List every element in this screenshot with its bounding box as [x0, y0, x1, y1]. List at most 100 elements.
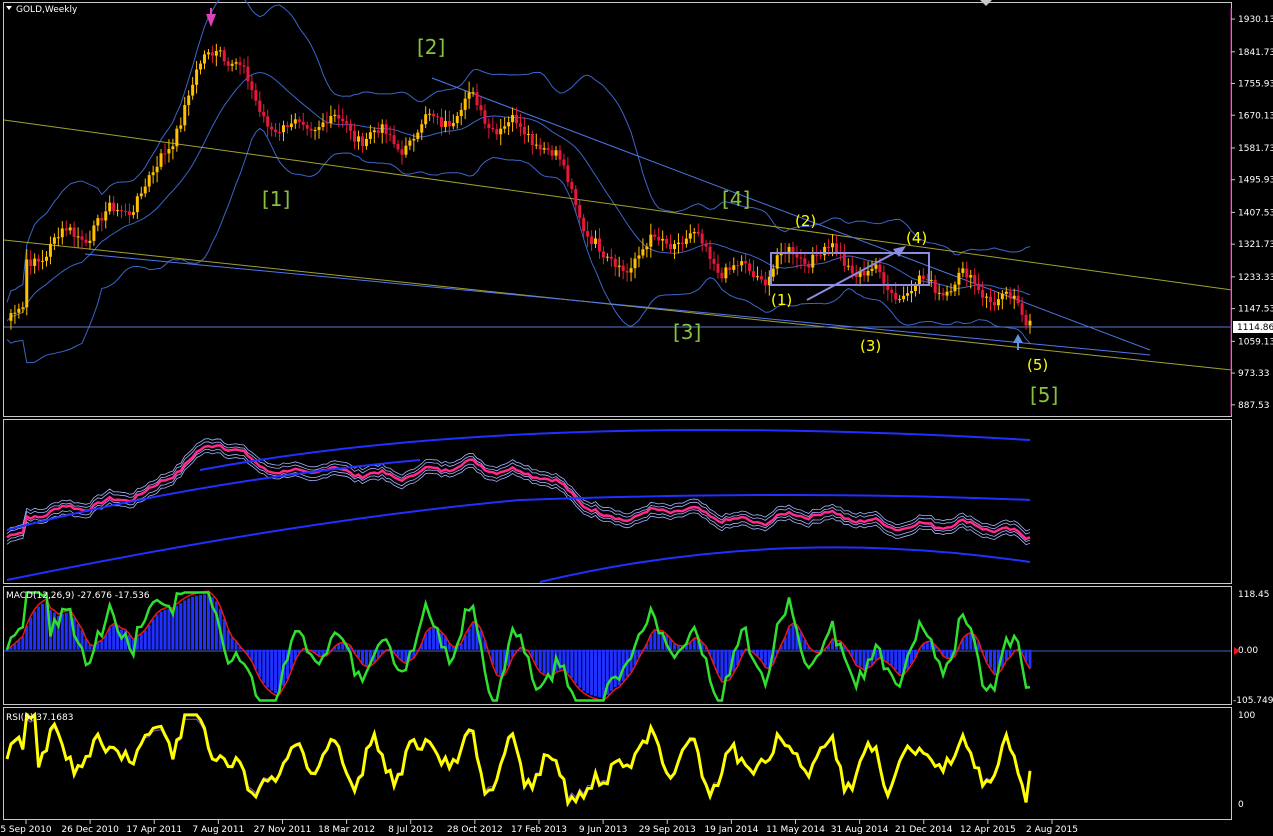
macd-histogram-bar — [199, 595, 203, 650]
candle-body — [748, 263, 752, 272]
candle-body — [281, 125, 285, 133]
candle-body — [305, 124, 309, 129]
candle-body — [834, 243, 838, 253]
macd-histogram-bar — [542, 649, 546, 674]
candle-body — [420, 124, 424, 133]
macd-histogram-bar — [890, 649, 894, 666]
candle-body — [250, 81, 254, 91]
macd-histogram-bar — [925, 641, 929, 650]
candle-body — [977, 283, 981, 291]
candle-body — [831, 243, 835, 248]
macd-histogram-bar — [179, 603, 183, 650]
rsi-tick-bottom: 0 — [1238, 800, 1244, 810]
candle-body — [921, 275, 925, 280]
candle-body — [436, 116, 440, 118]
candle-body — [878, 264, 882, 273]
candle-body — [416, 132, 420, 139]
candle-body — [345, 121, 349, 124]
macd-histogram-bar — [214, 601, 218, 650]
chart-title: GOLD,Weekly — [16, 5, 78, 15]
macd-histogram-bar — [60, 614, 64, 650]
candle-body — [554, 150, 558, 156]
macd-histogram-bar — [594, 649, 598, 697]
candle-body — [195, 69, 199, 85]
candle-body — [807, 263, 811, 268]
candle-body — [724, 267, 728, 279]
candle-body — [578, 205, 582, 218]
macd-histogram-bar — [1004, 649, 1008, 661]
candle-body — [716, 263, 720, 273]
candle-body — [846, 265, 850, 267]
candle-body — [131, 212, 135, 215]
macd-histogram-bar — [582, 649, 586, 691]
candle-body — [123, 211, 127, 213]
macd-histogram-bar — [64, 612, 68, 650]
candle-body — [392, 135, 396, 144]
gold-weekly-chart[interactable]: [1] [2] [3] [4] [5] (1) (2) (3) (4) (5) … — [0, 0, 1273, 836]
candle-body — [708, 246, 712, 259]
macd-histogram-bar — [21, 636, 25, 650]
candle-body — [68, 227, 72, 231]
candle-body — [906, 293, 910, 296]
candle-body — [353, 130, 357, 142]
candle-body — [396, 143, 400, 150]
candle-body — [744, 261, 748, 264]
macd-histogram-bar — [886, 649, 890, 663]
candle-body — [499, 128, 503, 135]
candle-body — [120, 210, 124, 212]
candle-body — [309, 128, 313, 131]
candle-body — [29, 259, 33, 266]
candle-body — [487, 123, 491, 128]
candle-body — [862, 270, 866, 276]
candle-body — [842, 253, 846, 266]
candle-body — [116, 210, 120, 212]
candle-body — [704, 243, 708, 247]
candle-body — [759, 276, 763, 280]
candle-body — [507, 122, 511, 127]
candle-body — [242, 65, 246, 67]
candle-body — [64, 228, 68, 231]
candle-body — [803, 258, 807, 264]
macd-histogram-bar — [266, 649, 270, 688]
candle-body — [740, 261, 744, 266]
macd-histogram-bar — [467, 628, 471, 650]
candle-body — [432, 113, 436, 117]
candle-body — [266, 116, 270, 127]
candle-body — [902, 295, 906, 300]
candle-body — [424, 114, 428, 125]
date-tick-label: 18 Mar 2012 — [318, 825, 375, 835]
macd-histogram-bar — [226, 629, 230, 650]
candle-body — [48, 243, 52, 257]
candle-body — [337, 114, 341, 119]
price-tick-label: 1581.73 — [1238, 144, 1273, 154]
candle-body — [368, 132, 372, 139]
candle-body — [981, 290, 985, 298]
date-tick-label: 8 Jul 2012 — [388, 825, 433, 835]
candle-body — [597, 238, 601, 252]
candle-body — [139, 193, 143, 197]
candle-body — [700, 233, 704, 244]
candle-body — [88, 240, 92, 243]
candle-body — [629, 268, 633, 273]
macd-histogram-bar — [202, 594, 206, 650]
candle-body — [720, 272, 724, 279]
macd-histogram-bar — [270, 649, 274, 691]
price-tick-label: 1670.13 — [1238, 111, 1273, 121]
candle-body — [80, 236, 84, 240]
candle-body — [562, 159, 566, 166]
candle-body — [171, 146, 175, 150]
price-tick-label: 1059.13 — [1238, 337, 1273, 347]
wave-green-4: [4] — [722, 187, 750, 211]
candle-body — [996, 299, 1000, 306]
date-tick-label: 7 Aug 2011 — [192, 825, 244, 835]
macd-histogram-bar — [609, 649, 613, 691]
price-tick-label: 1147.53 — [1238, 305, 1273, 315]
candle-body — [467, 92, 471, 99]
macd-histogram-bar — [175, 606, 179, 650]
candle-body — [732, 265, 736, 270]
candle-body — [937, 292, 941, 294]
candle-body — [526, 133, 530, 135]
candle-body — [147, 175, 151, 187]
macd-histogram-bar — [716, 649, 720, 674]
candle-body — [617, 265, 621, 267]
